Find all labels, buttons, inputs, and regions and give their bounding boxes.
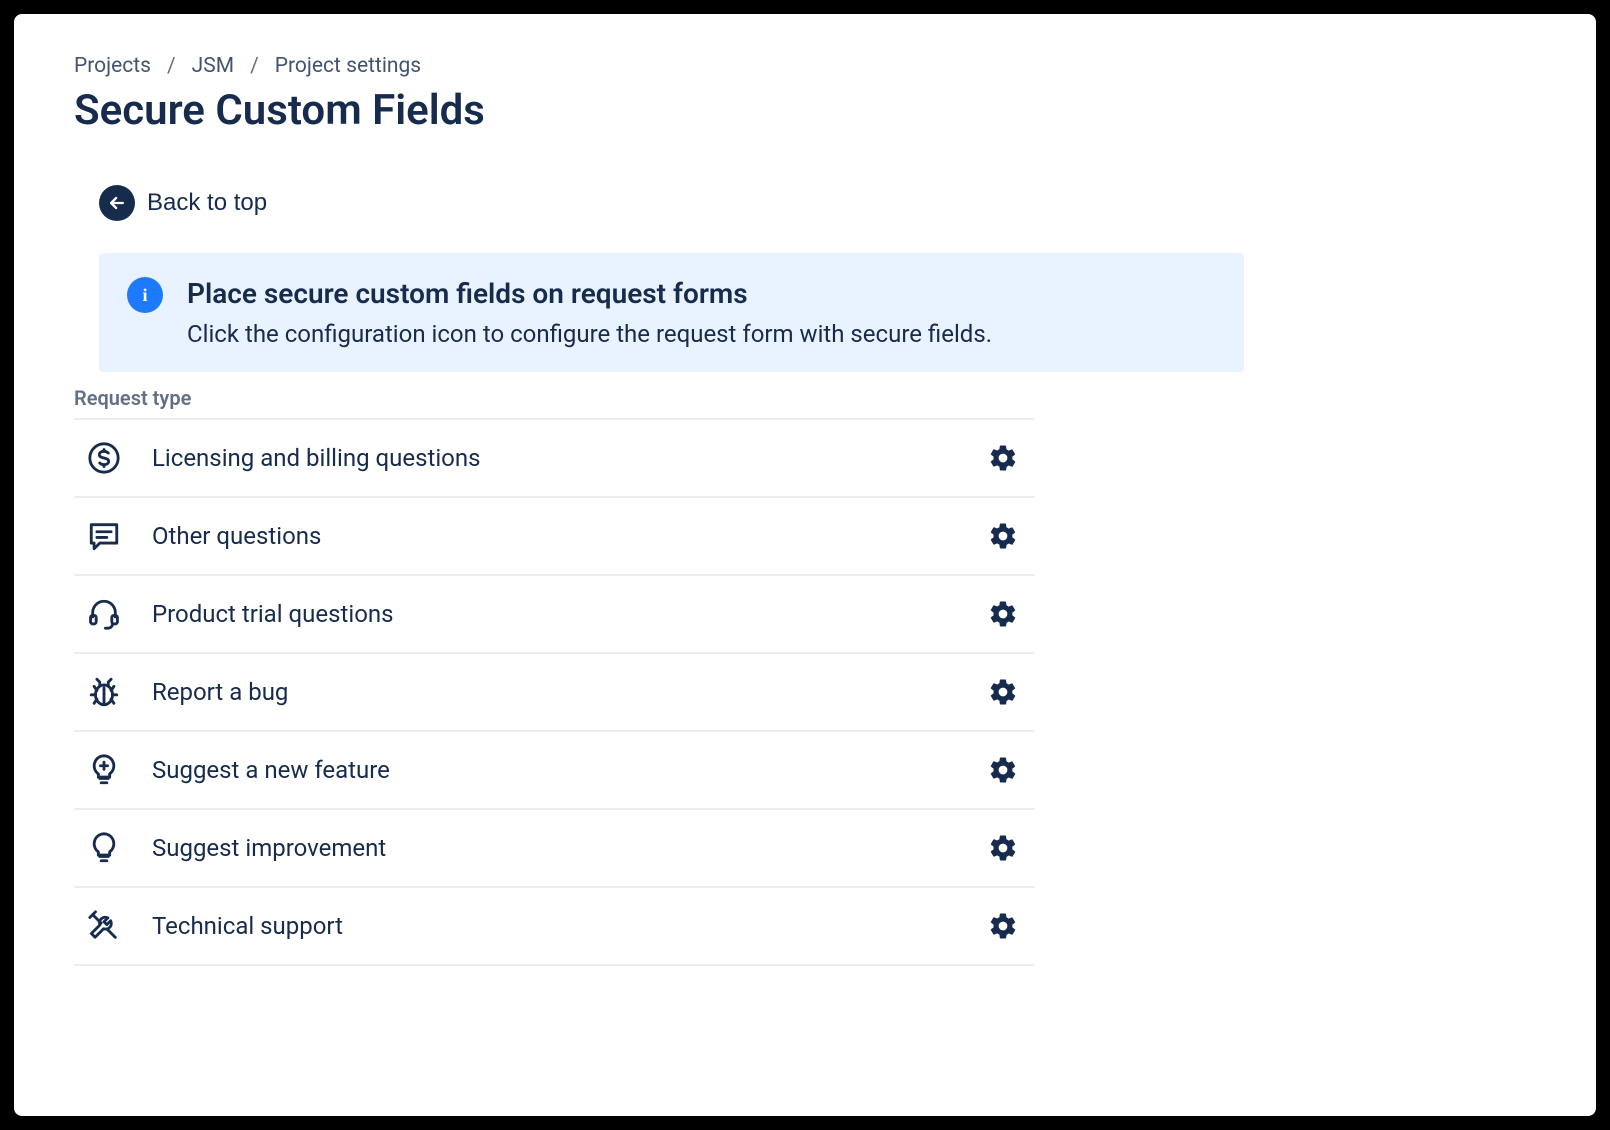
breadcrumb-project-settings[interactable]: Project settings: [275, 54, 421, 78]
request-type-label: Product trial questions: [152, 600, 986, 628]
configure-button[interactable]: [986, 441, 1020, 475]
table-row: Suggest a new feature: [74, 730, 1034, 808]
back-to-top-label: Back to top: [147, 189, 267, 217]
lightbulb-plus-icon: [84, 750, 124, 790]
request-type-table: Licensing and billing questions Other qu…: [74, 418, 1034, 966]
configure-button[interactable]: [986, 831, 1020, 865]
bug-icon: [84, 672, 124, 712]
configure-button[interactable]: [986, 597, 1020, 631]
info-title: Place secure custom fields on request fo…: [187, 277, 992, 310]
request-type-label: Technical support: [152, 912, 986, 940]
table-row: Other questions: [74, 496, 1034, 574]
section-label: Request type: [74, 386, 1536, 410]
configure-button[interactable]: [986, 519, 1020, 553]
request-type-label: Report a bug: [152, 678, 986, 706]
request-type-label: Suggest improvement: [152, 834, 986, 862]
breadcrumb: Projects / JSM / Project settings: [74, 54, 1536, 78]
breadcrumb-projects[interactable]: Projects: [74, 54, 151, 78]
breadcrumb-separator: /: [250, 54, 259, 78]
info-body: Click the configuration icon to configur…: [187, 320, 992, 348]
table-row: Product trial questions: [74, 574, 1034, 652]
arrow-left-icon: [99, 185, 135, 221]
comment-icon: [84, 516, 124, 556]
headset-icon: [84, 594, 124, 634]
info-panel: i Place secure custom fields on request …: [99, 253, 1244, 372]
breadcrumb-separator: /: [167, 54, 176, 78]
table-row: Suggest improvement: [74, 808, 1034, 886]
configure-button[interactable]: [986, 909, 1020, 943]
info-icon: i: [127, 277, 163, 313]
breadcrumb-jsm[interactable]: JSM: [192, 54, 234, 78]
table-row: Technical support: [74, 886, 1034, 966]
configure-button[interactable]: [986, 753, 1020, 787]
tools-icon: [84, 906, 124, 946]
lightbulb-icon: [84, 828, 124, 868]
configure-button[interactable]: [986, 675, 1020, 709]
request-type-label: Licensing and billing questions: [152, 444, 986, 472]
request-type-label: Other questions: [152, 522, 986, 550]
table-row: Report a bug: [74, 652, 1034, 730]
back-to-top-button[interactable]: Back to top: [99, 185, 267, 221]
page-title: Secure Custom Fields: [74, 86, 1536, 135]
request-type-label: Suggest a new feature: [152, 756, 986, 784]
table-row: Licensing and billing questions: [74, 418, 1034, 496]
dollar-circle-icon: [84, 438, 124, 478]
